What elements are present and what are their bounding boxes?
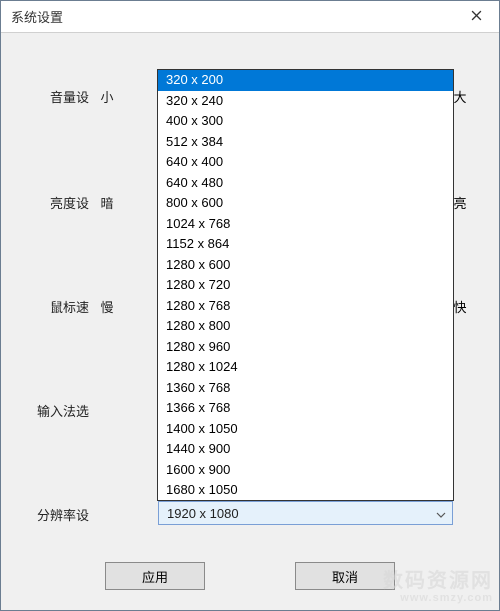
resolution-combo[interactable]: 1920 x 1080 — [158, 501, 453, 525]
mouse-min-label: 慢 — [89, 297, 125, 316]
resolution-option[interactable]: 1366 x 768 — [158, 398, 453, 419]
resolution-option[interactable]: 400 x 300 — [158, 111, 453, 132]
close-button[interactable] — [453, 1, 499, 33]
chevron-down-icon — [436, 506, 446, 521]
resolution-option[interactable]: 1280 x 800 — [158, 316, 453, 337]
resolution-combo-value: 1920 x 1080 — [167, 506, 239, 521]
resolution-option[interactable]: 1024 x 768 — [158, 214, 453, 235]
window-title: 系统设置 — [11, 7, 63, 26]
resolution-option[interactable]: 640 x 480 — [158, 173, 453, 194]
resolution-option[interactable]: 512 x 384 — [158, 132, 453, 153]
mouse-label: 鼠标速 — [1, 297, 89, 316]
resolution-option[interactable]: 1280 x 768 — [158, 296, 453, 317]
resolution-option[interactable]: 1152 x 864 — [158, 234, 453, 255]
resolution-option[interactable]: 1280 x 600 — [158, 255, 453, 276]
close-icon — [471, 9, 482, 24]
brightness-label: 亮度设 — [1, 193, 89, 212]
resolution-label: 分辨率设 — [1, 505, 89, 524]
resolution-option[interactable]: 1920 x 1080 — [158, 501, 453, 502]
resolution-option[interactable]: 320 x 200 — [158, 70, 453, 91]
resolution-option[interactable]: 1280 x 960 — [158, 337, 453, 358]
resolution-option[interactable]: 320 x 240 — [158, 91, 453, 112]
resolution-option[interactable]: 1280 x 1024 — [158, 357, 453, 378]
watermark-url: www.smzy.com — [383, 592, 493, 604]
resolution-option[interactable]: 1280 x 720 — [158, 275, 453, 296]
button-row: 应用 取消 — [1, 562, 499, 590]
volume-label: 音量设 — [1, 87, 89, 106]
resolution-option[interactable]: 800 x 600 — [158, 193, 453, 214]
resolution-dropdown-list[interactable]: 320 x 200320 x 240400 x 300512 x 384640 … — [157, 69, 454, 501]
resolution-option[interactable]: 640 x 400 — [158, 152, 453, 173]
apply-button[interactable]: 应用 — [105, 562, 205, 590]
cancel-button[interactable]: 取消 — [295, 562, 395, 590]
volume-min-label: 小 — [89, 87, 125, 106]
resolution-option[interactable]: 1680 x 1050 — [158, 480, 453, 501]
resolution-option[interactable]: 1600 x 900 — [158, 460, 453, 481]
brightness-min-label: 暗 — [89, 193, 125, 212]
ime-label: 输入法选 — [1, 401, 89, 420]
resolution-option[interactable]: 1400 x 1050 — [158, 419, 453, 440]
resolution-option[interactable]: 1360 x 768 — [158, 378, 453, 399]
resolution-option[interactable]: 1440 x 900 — [158, 439, 453, 460]
titlebar: 系统设置 — [1, 1, 499, 33]
settings-window: 系统设置 音量设 小 大 亮度设 暗 亮 鼠标速 慢 快 输入法选 分辨率设 — [0, 0, 500, 611]
client-area: 音量设 小 大 亮度设 暗 亮 鼠标速 慢 快 输入法选 分辨率设 1920 x… — [1, 33, 499, 610]
